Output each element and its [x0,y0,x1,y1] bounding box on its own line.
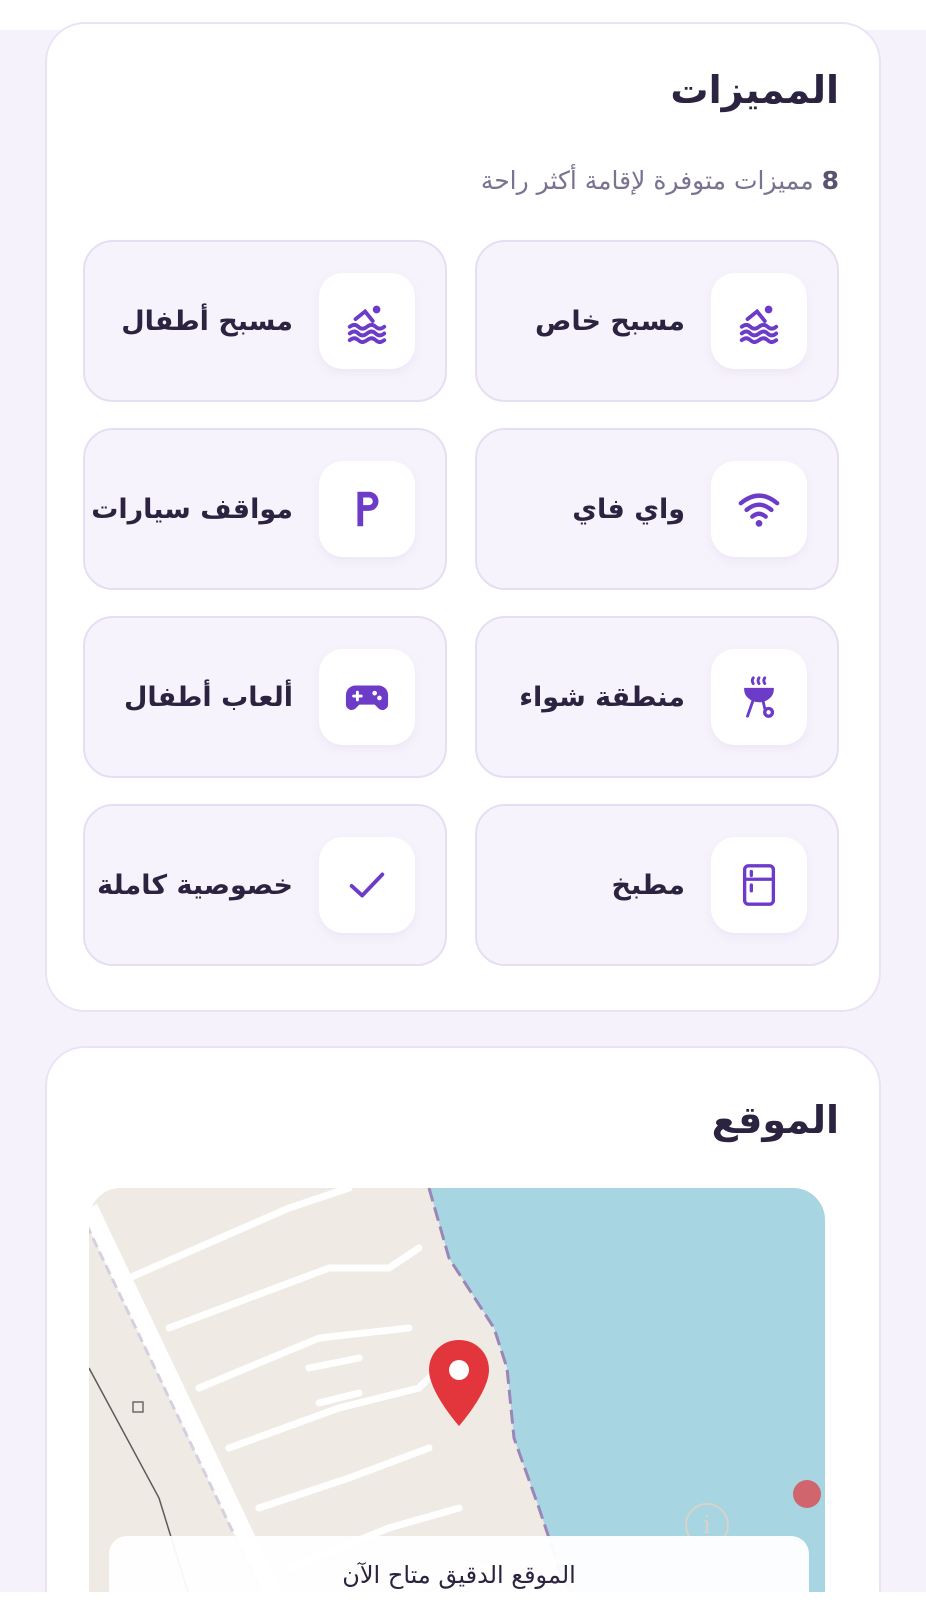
location-pin-icon [429,1340,489,1426]
location-title: الموقع [711,1098,839,1142]
feature-wifi[interactable]: واي فاي [475,428,839,590]
map-view[interactable]: i الموقع الدقيق متاح الآن [89,1188,825,1600]
feature-label: ألعاب أطفال [124,681,293,713]
grill-icon [711,649,807,745]
feature-kitchen[interactable]: مطبخ [475,804,839,966]
check-icon [319,837,415,933]
map-caption: الموقع الدقيق متاح الآن [109,1536,809,1600]
feature-label: واي فاي [572,493,685,525]
kitchen-icon [711,837,807,933]
features-subtitle: 8 مميزات متوفرة لإقامة أكثر راحة [481,166,839,195]
features-card: المميزات 8 مميزات متوفرة لإقامة أكثر راح… [45,22,881,1012]
feature-label: مسبح خاص [535,305,685,337]
feature-label: مسبح أطفال [121,305,293,337]
parking-icon [319,461,415,557]
pool-icon [319,273,415,369]
features-subtitle-text: مميزات متوفرة لإقامة أكثر راحة [480,166,814,195]
features-title: المميزات [670,68,839,112]
feature-private-pool[interactable]: مسبح خاص [475,240,839,402]
location-card: الموقع i الموقع الدقيق متاح الآن [45,1046,881,1600]
feature-kids-pool[interactable]: مسبح أطفال [83,240,447,402]
feature-grill[interactable]: منطقة شواء [475,616,839,778]
wifi-icon [711,461,807,557]
features-count: 8 [821,166,839,195]
feature-parking[interactable]: مواقف سيارات [83,428,447,590]
pool-icon [711,273,807,369]
feature-label: خصوصية كاملة [97,869,293,901]
feature-privacy[interactable]: خصوصية كاملة [83,804,447,966]
feature-label: منطقة شواء [519,681,685,713]
feature-label: مواقف سيارات [91,493,293,525]
gamepad-icon [319,649,415,745]
features-grid: مسبح خاص مسبح أطفال واي فاي مواقف سيارات… [83,240,839,966]
feature-label: مطبخ [611,869,686,901]
feature-kids-games[interactable]: ألعاب أطفال [83,616,447,778]
bottom-edge [0,1592,926,1600]
